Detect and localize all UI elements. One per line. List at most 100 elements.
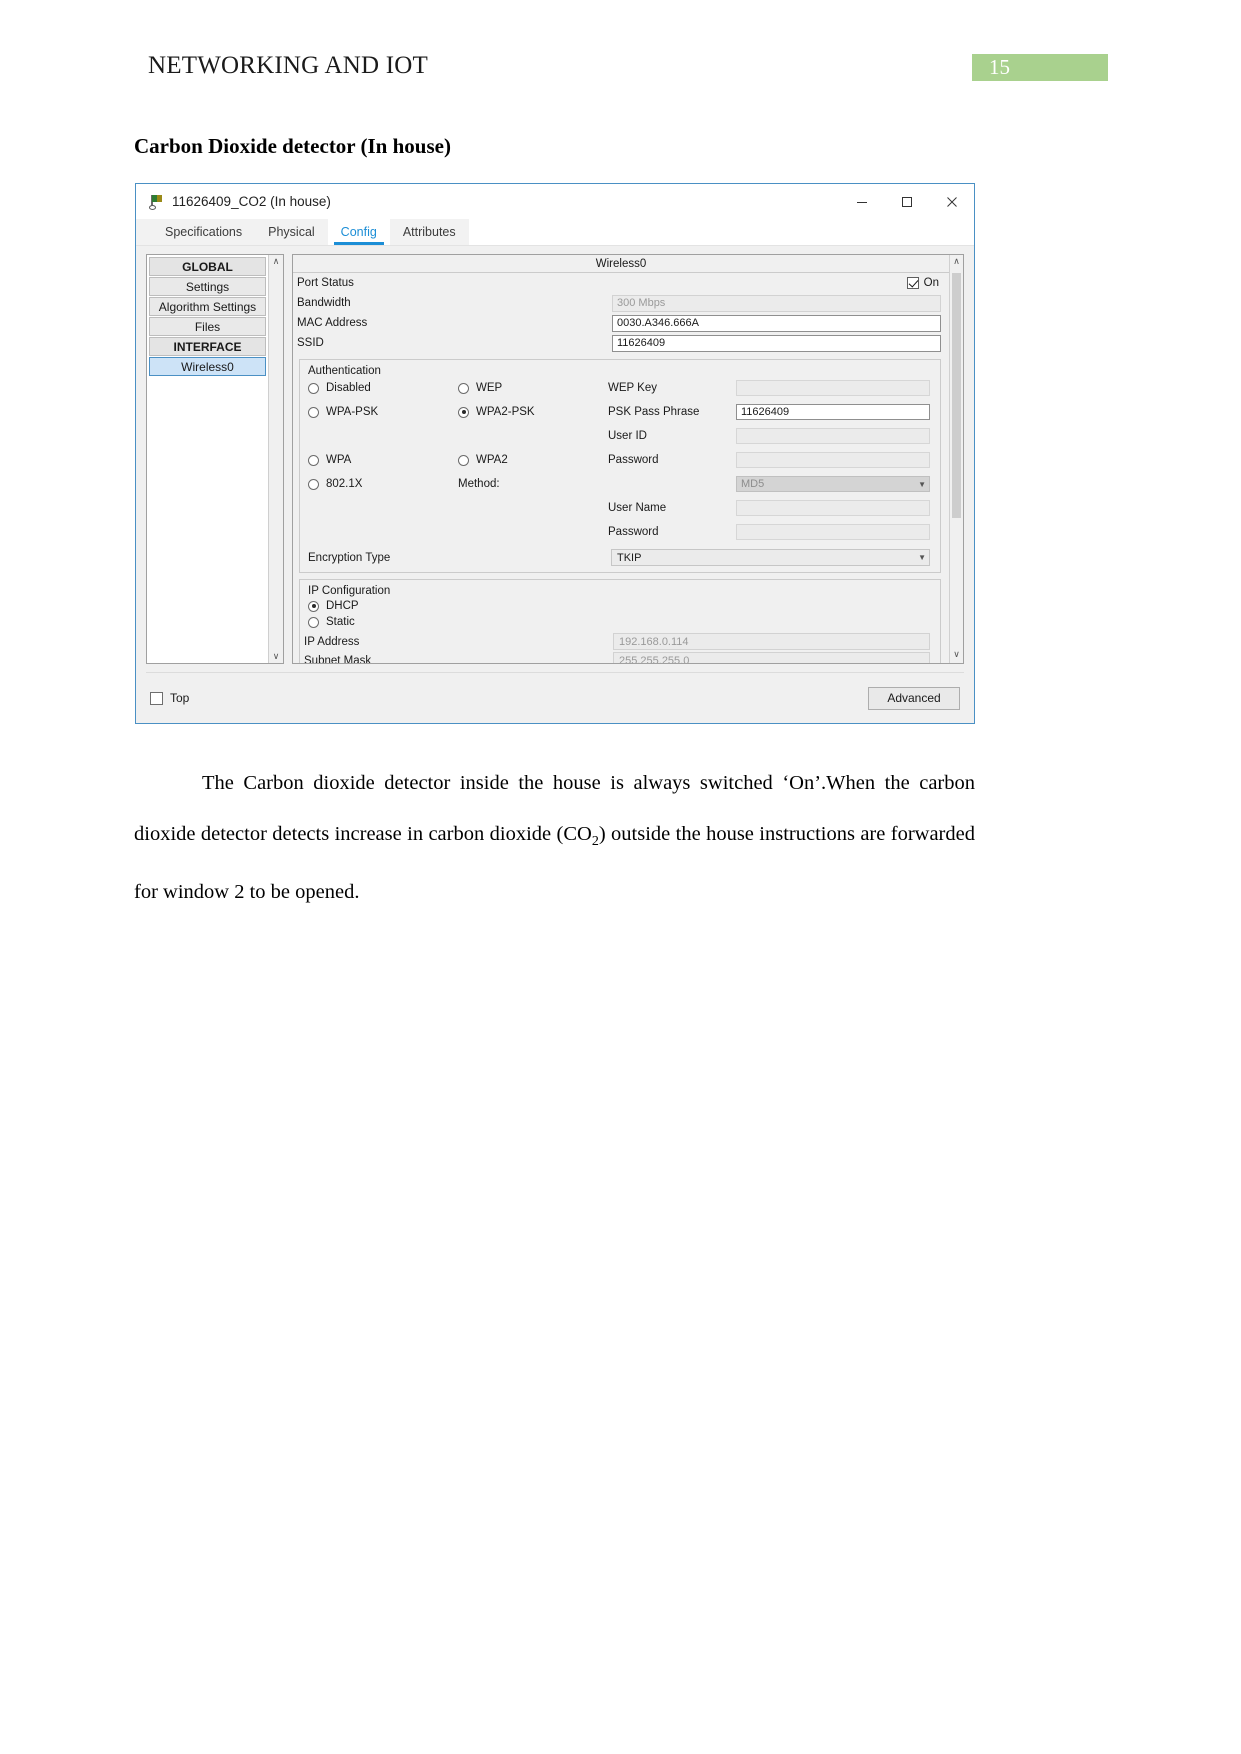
scroll-down-icon[interactable]: ∨ xyxy=(273,652,280,661)
chevron-down-icon: ▼ xyxy=(918,479,926,489)
scroll-up-icon[interactable]: ∧ xyxy=(953,255,960,268)
radio-wpa-label: WPA xyxy=(326,454,352,466)
tab-config[interactable]: Config xyxy=(327,219,390,245)
minimize-icon[interactable] xyxy=(839,184,884,219)
section-heading: Carbon Dioxide detector (In house) xyxy=(134,134,451,158)
close-icon[interactable] xyxy=(929,184,974,219)
packet-tracer-device-icon xyxy=(148,194,164,210)
document-header-title: NETWORKING AND IOT xyxy=(148,52,428,79)
tree-item-settings[interactable]: Settings xyxy=(149,277,266,296)
config-panel-scrollbar[interactable]: ∧ ∨ xyxy=(949,255,963,663)
ip-address-input[interactable]: 192.168.0.114 xyxy=(613,633,930,650)
radio-wpa2[interactable]: WPA2 xyxy=(458,454,608,466)
radio-wpa2-psk[interactable]: WPA2-PSK xyxy=(458,406,608,418)
body-paragraph: The Carbon dioxide detector inside the h… xyxy=(134,758,975,918)
user-id-input[interactable] xyxy=(736,428,930,444)
mac-address-input[interactable]: 0030.A346.666A xyxy=(612,314,941,332)
method-label: Method: xyxy=(458,478,500,490)
tree-item-algorithm-settings[interactable]: Algorithm Settings xyxy=(149,297,266,316)
radio-disabled-label: Disabled xyxy=(326,382,371,394)
radio-icon xyxy=(308,616,319,628)
ip-address-label: IP Address xyxy=(304,635,360,648)
method-select-row: MD5 ▼ xyxy=(608,476,940,492)
dialog-title-bar: 11626409_CO2 (In house) xyxy=(136,184,974,219)
radio-icon-selected xyxy=(458,406,469,418)
user-id-label: User ID xyxy=(608,430,647,442)
radio-wpa[interactable]: WPA xyxy=(308,454,458,466)
authentication-group-label: Authentication xyxy=(308,365,381,377)
radio-8021x[interactable]: 802.1X xyxy=(308,478,458,490)
tree-item-global: GLOBAL xyxy=(149,257,266,276)
password2-input[interactable] xyxy=(736,524,930,540)
top-checkbox-label: Top xyxy=(170,691,190,705)
ip-address-row: IP Address 192.168.0.114 xyxy=(300,632,940,651)
ssid-label: SSID xyxy=(297,337,324,349)
scroll-up-icon[interactable]: ∧ xyxy=(273,257,280,266)
wep-key-field-row: WEP Key xyxy=(608,380,940,396)
ssid-row: SSID 11626409 xyxy=(293,333,949,353)
tab-attributes[interactable]: Attributes xyxy=(389,219,469,245)
radio-wpa-psk[interactable]: WPA-PSK xyxy=(308,406,458,418)
radio-icon xyxy=(458,454,469,466)
subnet-mask-input[interactable]: 255.255.255.0 xyxy=(613,652,930,663)
user-name-label: User Name xyxy=(608,502,667,514)
radio-wpa2-label: WPA2 xyxy=(476,454,508,466)
ip-configuration-group: IP Configuration DHCP Static IP Address … xyxy=(299,579,941,663)
radio-icon xyxy=(308,454,319,466)
radio-static-label: Static xyxy=(326,616,355,628)
user-id-field-row: User ID xyxy=(608,428,940,444)
tree-item-wireless0[interactable]: Wireless0 xyxy=(149,357,266,376)
tree-item-interface: INTERFACE xyxy=(149,337,266,356)
radio-icon-selected xyxy=(308,600,319,612)
mac-address-row: MAC Address 0030.A346.666A xyxy=(293,313,949,333)
dialog-body: GLOBAL Settings Algorithm Settings Files… xyxy=(136,246,974,664)
scroll-down-icon[interactable]: ∨ xyxy=(953,648,960,661)
window-controls xyxy=(839,184,974,219)
port-status-checkbox-label: On xyxy=(923,277,939,289)
radio-icon xyxy=(308,478,319,490)
radio-wep[interactable]: WEP xyxy=(458,382,608,394)
advanced-button[interactable]: Advanced xyxy=(868,686,960,710)
page-number-badge: 15 xyxy=(972,54,1108,81)
encryption-type-select[interactable]: TKIP ▼ xyxy=(611,549,930,566)
user-name-input[interactable] xyxy=(736,500,930,516)
packet-tracer-device-dialog: 11626409_CO2 (In house) Specifications P… xyxy=(135,183,975,724)
tab-physical[interactable]: Physical xyxy=(255,219,328,245)
radio-wpa2-psk-label: WPA2-PSK xyxy=(476,406,535,418)
method-label-cell: Method: xyxy=(458,478,608,490)
ssid-input[interactable]: 11626409 xyxy=(612,334,941,352)
bandwidth-row: Bandwidth 300 Mbps xyxy=(293,293,949,313)
interface-config-panel: Wireless0 Port Status On Bandwidth 300 M… xyxy=(292,254,964,664)
scrollbar-thumb[interactable] xyxy=(952,273,961,518)
encryption-type-value: TKIP xyxy=(617,551,642,564)
port-status-label: Port Status xyxy=(297,277,354,289)
wireless0-config: Wireless0 Port Status On Bandwidth 300 M… xyxy=(293,255,949,663)
tree-item-files[interactable]: Files xyxy=(149,317,266,336)
maximize-icon[interactable] xyxy=(884,184,929,219)
port-status-row: Port Status On xyxy=(293,273,949,293)
paragraph-subscript: 2 xyxy=(591,834,599,850)
top-checkbox[interactable]: Top xyxy=(150,691,189,705)
radio-static[interactable]: Static xyxy=(308,616,940,628)
radio-icon xyxy=(308,382,319,394)
config-tree: GLOBAL Settings Algorithm Settings Files… xyxy=(147,255,268,663)
config-panel-title: Wireless0 xyxy=(293,255,949,273)
psk-pass-phrase-input[interactable]: 11626409 xyxy=(736,404,930,420)
authentication-grid: Disabled WEP WEP Key WPA-PSK WPA2-PSK PS… xyxy=(300,380,940,540)
radio-8021x-label: 802.1X xyxy=(326,478,363,490)
config-tree-scrollbar[interactable]: ∧ ∨ xyxy=(268,255,283,663)
method-select[interactable]: MD5 ▼ xyxy=(736,476,930,492)
port-status-checkbox[interactable]: On xyxy=(906,277,939,289)
radio-disabled[interactable]: Disabled xyxy=(308,382,458,394)
radio-dhcp[interactable]: DHCP xyxy=(308,600,940,612)
ip-static-row: Static xyxy=(300,616,940,628)
password-input[interactable] xyxy=(736,452,930,468)
radio-dhcp-label: DHCP xyxy=(326,600,359,612)
tab-bar-filler xyxy=(468,219,974,245)
tab-specifications[interactable]: Specifications xyxy=(152,219,256,245)
wep-key-input[interactable] xyxy=(736,380,930,396)
password-field-row: Password xyxy=(608,452,940,468)
ip-dhcp-row: DHCP xyxy=(300,600,940,612)
method-value: MD5 xyxy=(741,478,765,490)
user-name-field-row: User Name xyxy=(608,500,940,516)
